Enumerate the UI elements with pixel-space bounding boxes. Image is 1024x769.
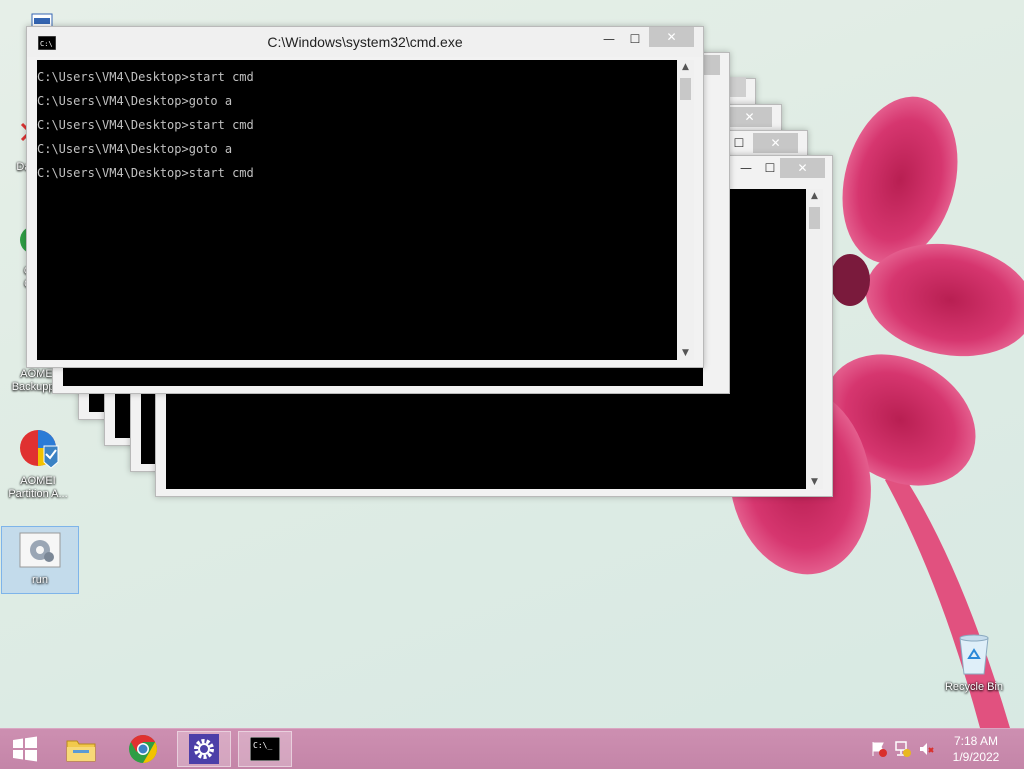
scroll-thumb[interactable]: [680, 78, 691, 100]
settings-taskbar-button[interactable]: [177, 731, 231, 767]
desktop-icon-label: run: [32, 574, 48, 586]
cmd-icon: C:\_: [250, 737, 280, 761]
scroll-thumb[interactable]: [809, 207, 820, 229]
desktop-icon-label: Recycle Bin: [944, 681, 1004, 693]
minimize-icon[interactable]: —: [734, 158, 758, 178]
run-gear-icon: [19, 532, 61, 568]
maximize-icon[interactable]: ☐: [623, 29, 647, 49]
clock[interactable]: 7:18 AM 1/9/2022: [946, 733, 1006, 765]
vertical-scrollbar[interactable]: ▲ ▼: [806, 189, 823, 489]
desktop-icon-recycle-bin[interactable]: Recycle Bin: [936, 630, 1012, 694]
partition-assistant-icon: [20, 430, 59, 469]
title-bar[interactable]: C:\ C:\Windows\system32\cmd.exe — ☐ ✕: [27, 27, 703, 57]
volume-muted-icon[interactable]: [918, 740, 936, 758]
desktop-icon-aomei-partition[interactable]: AOMEI Partition A...: [0, 428, 76, 501]
console-line: C:\Users\VM4\Desktop>goto a: [37, 142, 233, 156]
chrome-button[interactable]: [116, 731, 170, 767]
console-area[interactable]: C:\Users\VM4\Desktop>start cmd C:\Users\…: [37, 60, 677, 360]
close-icon[interactable]: ✕: [780, 158, 825, 178]
clock-time: 7:18 AM: [953, 734, 999, 748]
cmd-taskbar-button[interactable]: C:\_: [238, 731, 292, 767]
action-center-flag-icon[interactable]: [870, 740, 888, 758]
scroll-down-icon[interactable]: ▼: [806, 477, 823, 487]
scroll-up-icon[interactable]: ▲: [806, 191, 823, 201]
scroll-up-icon[interactable]: ▲: [677, 62, 694, 72]
desktop-icon-label: AOMEI Partition A...: [8, 475, 68, 500]
network-icon[interactable]: [894, 740, 912, 758]
maximize-icon[interactable]: ☐: [727, 133, 751, 153]
console-line: C:\Users\VM4\Desktop>start cmd: [37, 118, 254, 132]
taskbar: C:\_ 7:18 AM 1/9/2022: [0, 728, 1024, 769]
minimize-icon[interactable]: —: [597, 29, 621, 49]
close-icon[interactable]: ✕: [727, 107, 772, 127]
close-icon[interactable]: ✕: [753, 133, 798, 153]
desktop-icon-run[interactable]: run: [1, 526, 79, 594]
close-icon[interactable]: ✕: [649, 27, 694, 47]
svg-text:C:\_: C:\_: [253, 741, 272, 750]
maximize-icon[interactable]: ☐: [758, 158, 782, 178]
windows-start-icon: [13, 736, 37, 762]
scroll-down-icon[interactable]: ▼: [677, 348, 694, 358]
console-line: C:\Users\VM4\Desktop>start cmd: [37, 70, 254, 84]
cmd-window-active[interactable]: C:\ C:\Windows\system32\cmd.exe — ☐ ✕ C:…: [26, 26, 704, 368]
chrome-icon: [129, 735, 157, 763]
recycle-bin-icon: [959, 634, 989, 675]
console-line: C:\Users\VM4\Desktop>start cmd: [37, 166, 254, 180]
start-button[interactable]: [0, 731, 50, 767]
settings-gear-icon: [189, 734, 219, 764]
file-explorer-button[interactable]: [54, 731, 108, 767]
clock-date: 1/9/2022: [952, 750, 1000, 764]
file-explorer-icon: [66, 740, 96, 762]
vertical-scrollbar[interactable]: ▲ ▼: [677, 60, 694, 360]
console-line: C:\Users\VM4\Desktop>goto a: [37, 94, 233, 108]
system-tray: [870, 729, 936, 769]
